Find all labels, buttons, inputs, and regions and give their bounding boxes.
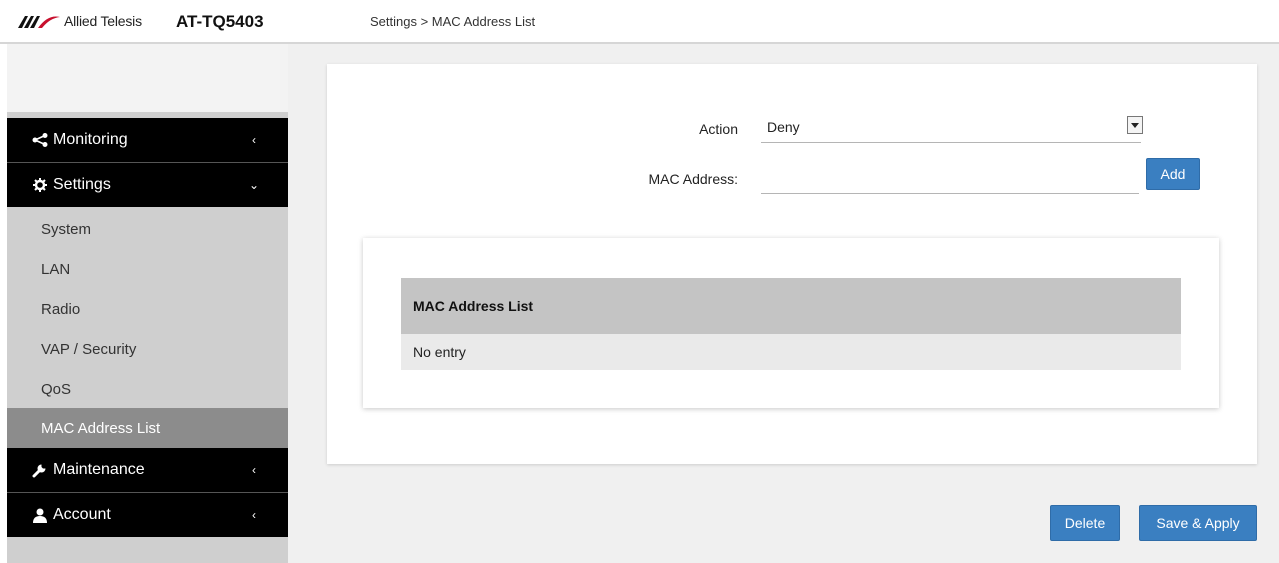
chevron-left-icon: ‹	[252, 508, 256, 522]
sidebar-item-label: Monitoring	[53, 131, 128, 148]
share-icon	[31, 131, 49, 149]
breadcrumb: Settings > MAC Address List	[370, 14, 536, 29]
action-label: Action	[699, 121, 738, 137]
wrench-icon	[31, 461, 49, 479]
add-button[interactable]: Add	[1146, 158, 1200, 190]
sidebar: Monitoring ‹ Settings ⌄ System LAN Radio…	[7, 112, 288, 563]
save-apply-button[interactable]: Save & Apply	[1139, 505, 1257, 541]
chevron-down-icon: ⌄	[248, 178, 260, 192]
sidebar-subitem-label: LAN	[41, 260, 71, 278]
delete-button[interactable]: Delete	[1050, 505, 1120, 541]
mac-list-table-header: MAC Address List	[401, 278, 1181, 334]
sidebar-subitem-label: Radio	[41, 300, 81, 318]
mac-address-input[interactable]	[761, 166, 1139, 194]
chevron-down-icon[interactable]	[1127, 116, 1143, 134]
top-header: Allied Telesis AT-TQ5403 Settings > MAC …	[0, 0, 1279, 44]
chevron-left-icon: ‹	[252, 133, 256, 147]
sidebar-item-label: Account	[53, 506, 111, 523]
gear-icon	[31, 176, 49, 194]
sidebar-item-label: Settings	[53, 176, 111, 193]
sidebar-top-area	[7, 44, 288, 112]
empty-list-text: No entry	[413, 344, 466, 360]
sidebar-subitem-lan[interactable]: LAN	[7, 249, 288, 289]
mac-address-label: MAC Address:	[648, 171, 738, 187]
mac-address-list-card: MAC Address List No entry	[363, 238, 1219, 408]
sidebar-subitem-label: MAC Address List	[41, 419, 161, 437]
allied-telesis-logo-icon	[18, 16, 60, 28]
sidebar-subitem-label: QoS	[41, 380, 72, 398]
sidebar-item-settings[interactable]: Settings ⌄	[7, 163, 288, 207]
sidebar-subitem-label: VAP / Security	[41, 340, 137, 358]
sidebar-item-monitoring[interactable]: Monitoring ‹	[7, 118, 288, 162]
sidebar-item-maintenance[interactable]: Maintenance ‹	[7, 448, 288, 492]
sidebar-subitem-label: System	[41, 220, 92, 238]
action-select[interactable]: Deny	[761, 112, 1143, 143]
sidebar-subitem-mac-address-list[interactable]: MAC Address List	[7, 408, 288, 448]
chevron-left-icon: ‹	[252, 463, 256, 477]
sidebar-subitem-qos[interactable]: QoS	[7, 369, 288, 409]
sidebar-item-account[interactable]: Account ‹	[7, 493, 288, 537]
mac-list-header-text: MAC Address List	[413, 298, 534, 314]
sidebar-subitem-vap-security[interactable]: VAP / Security	[7, 329, 288, 369]
main-content: Action Deny MAC Address: Add MAC Address…	[288, 44, 1279, 563]
brand-logo: Allied Telesis	[18, 11, 142, 31]
brand-name: Allied Telesis	[64, 13, 142, 29]
device-model: AT-TQ5403	[176, 12, 264, 31]
table-row: No entry	[401, 334, 1181, 370]
sidebar-subitem-system[interactable]: System	[7, 209, 288, 249]
user-icon	[31, 506, 49, 524]
sidebar-item-label: Maintenance	[53, 461, 145, 478]
sidebar-subitem-radio[interactable]: Radio	[7, 289, 288, 329]
action-select-value: Deny	[767, 119, 800, 135]
settings-card: Action Deny MAC Address: Add MAC Address…	[327, 64, 1257, 464]
